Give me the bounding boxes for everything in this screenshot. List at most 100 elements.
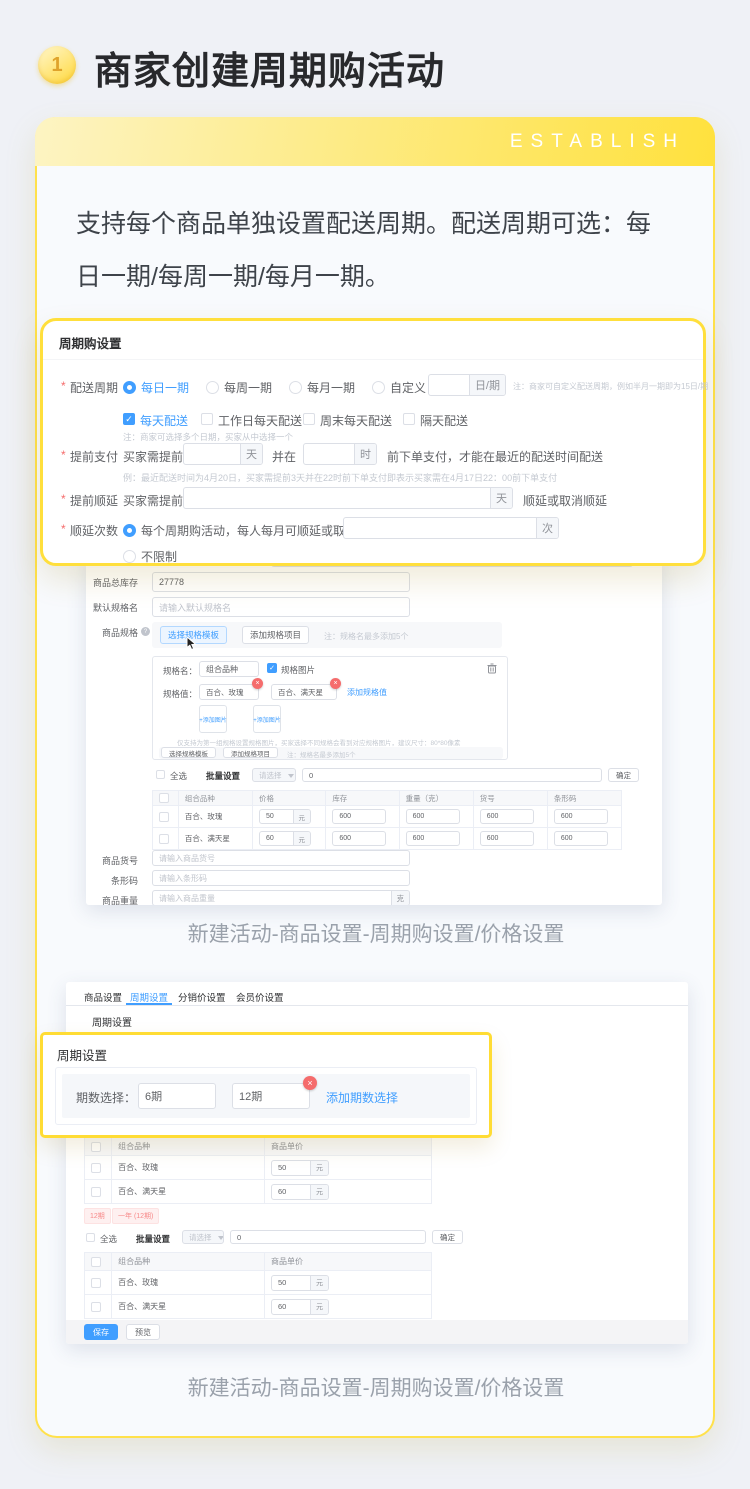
checkbox-everyday-label[interactable]: 每天配送 [140,412,188,429]
batch-select[interactable]: 请选择 [252,768,296,782]
row-checkbox[interactable] [159,834,169,844]
price-input[interactable]: 50元 [271,1275,329,1291]
row-checkbox[interactable] [91,1302,101,1312]
price-input[interactable]: 60元 [271,1299,329,1315]
page-title: 商家创建周期购活动 [94,40,445,95]
remove-period-icon[interactable]: × [303,1076,317,1090]
weight-input[interactable]: 600 [406,831,460,846]
batch-value-input[interactable]: 0 [302,768,602,782]
header-checkbox[interactable] [91,1142,101,1152]
radio-limited[interactable] [123,524,136,537]
sku-name: 百合、满天星 [112,1295,265,1318]
day-note: 注：商家可选择多个日期，买家从中选择一个 [123,431,293,443]
period-tag[interactable]: 一年 (12期) [112,1208,159,1224]
custom-cycle-unit: 日/期 [469,375,505,395]
upload-image-box[interactable]: +添加图片 [253,705,281,733]
custom-cycle-input[interactable]: 日/期 [428,374,506,396]
checkbox-weekend[interactable] [303,413,315,425]
checkbox-workday[interactable] [201,413,213,425]
radio-weekly-label[interactable]: 每周一期 [224,379,272,396]
batch-select[interactable]: 请选择 [182,1230,224,1244]
tab-cycle-settings[interactable]: 周期设置 [130,990,168,1004]
barcode-field[interactable]: 请输入条形码 [152,870,410,886]
price-input[interactable]: 60元 [259,831,311,846]
weight-field[interactable]: 请输入商品重量 克 [152,890,410,905]
tab-product-settings[interactable]: 商品设置 [84,990,122,1004]
radio-unlimited[interactable] [123,550,136,563]
remove-value-icon[interactable]: × [252,678,263,689]
select-all-checkbox[interactable] [86,1233,95,1242]
period-input-6[interactable]: 6期 [138,1083,216,1109]
sku-no-input[interactable]: 600 [480,831,534,846]
batch-value-input[interactable]: 0 [230,1230,426,1244]
prepay-days-input[interactable]: 天 [183,443,263,465]
item-no-input[interactable]: 请输入商品货号 [152,850,410,866]
checkbox-everyday[interactable]: ✓ [123,413,135,425]
radio-daily[interactable] [123,381,136,394]
preview-button[interactable]: 预览 [126,1324,160,1340]
postpone-days-input[interactable]: 天 [183,487,513,509]
header-checkbox[interactable] [159,793,169,803]
default-spec-input[interactable]: 请输入默认规格名 [152,597,410,617]
add-spec-value-link[interactable]: 添加规格值 [347,687,387,698]
batch-confirm-button[interactable]: 确定 [432,1230,463,1244]
radio-custom-label[interactable]: 自定义 [390,379,426,396]
radio-daily-label[interactable]: 每日一期 [141,379,189,396]
remove-value-icon[interactable]: × [330,678,341,689]
stock-input[interactable]: 600 [332,809,386,824]
row-checkbox[interactable] [91,1187,101,1197]
spec-note: 注：规格名最多添加5个 [287,749,356,759]
tab-member-price[interactable]: 会员价设置 [236,990,284,1004]
batch-confirm-button[interactable]: 确定 [608,768,639,782]
stock-input[interactable]: 600 [332,831,386,846]
row-checkbox[interactable] [91,1278,101,1288]
upload-image-box[interactable]: +添加图片 [199,705,227,733]
header-checkbox[interactable] [91,1257,101,1267]
radio-weekly[interactable] [206,381,219,394]
add-spec-item-button[interactable]: 添加规格项目 [242,626,309,644]
required-mark: * [61,379,66,393]
period-tag[interactable]: 12期 [84,1208,111,1224]
chevron-down-icon [288,774,294,778]
spec-value-1: 百合、玫瑰 [200,685,258,699]
save-button[interactable]: 保存 [84,1324,118,1340]
weight-input[interactable]: 600 [406,809,460,824]
checkbox-alternate[interactable] [403,413,415,425]
price-input[interactable]: 50元 [271,1160,329,1176]
period-input-12[interactable]: 12期 [232,1083,310,1109]
radio-monthly[interactable] [289,381,302,394]
checkbox-alternate-label[interactable]: 隔天配送 [420,412,468,429]
radio-monthly-label[interactable]: 每月一期 [307,379,355,396]
barcode-input[interactable]: 600 [554,831,608,846]
price-input[interactable]: 60元 [271,1184,329,1200]
add-spec-item-button[interactable]: 添加规格项目 [223,747,278,758]
cycle-highlight-box: 周期设置 期数选择： 6期 12期 × 添加期数选择 [40,1032,492,1138]
spec-name-input[interactable]: 组合品种 [199,661,259,677]
required-mark: * [61,492,66,506]
total-stock-input[interactable]: 27778 [152,572,410,592]
sku-name: 百合、满天星 [112,1180,265,1203]
tab-distribution-price[interactable]: 分销价设置 [178,990,226,1004]
add-period-link[interactable]: 添加期数选择 [326,1089,398,1106]
row-checkbox[interactable] [159,812,169,822]
price-input[interactable]: 50元 [259,809,311,824]
price-table: 组合品种 商品单价 百合、玫瑰 50元 百合、满天星 60元 [84,1252,432,1319]
sku-no-input[interactable]: 600 [480,809,534,824]
prepay-conjunction: 并在 [272,448,296,465]
checkbox-weekend-label[interactable]: 周末每天配送 [320,412,392,429]
choose-template-button[interactable]: 选择规格模板 [161,747,216,758]
batch-bar: 全选 批量设置 请选择 0 确定 [84,1228,464,1246]
radio-unlimited-label[interactable]: 不限制 [141,548,177,565]
trash-icon[interactable] [487,663,497,674]
spec-image-checkbox[interactable]: ✓ [267,663,277,673]
radio-custom[interactable] [372,381,385,394]
spec-value-input-1[interactable]: 百合、玫瑰 [199,684,259,700]
col-header: 组合品种 [179,791,253,805]
select-all-checkbox[interactable] [156,770,165,779]
spec-value-input-2[interactable]: 百合、满天星 [271,684,337,700]
barcode-input[interactable]: 600 [554,809,608,824]
prepay-hour-input[interactable]: 时 [303,443,377,465]
checkbox-workday-label[interactable]: 工作日每天配送 [218,412,302,429]
row-checkbox[interactable] [91,1163,101,1173]
postpone-times-input[interactable]: 次 [343,517,559,539]
